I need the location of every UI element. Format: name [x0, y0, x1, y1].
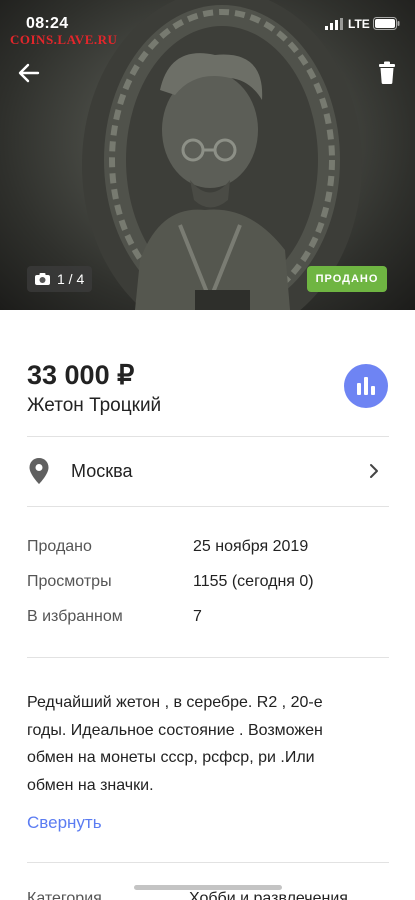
category-value: Хобби и развлечения — [189, 890, 348, 900]
detail-row-sold-date: Продано 25 ноября 2019 — [27, 538, 389, 562]
signal-icon — [325, 18, 343, 30]
collapse-description-link[interactable]: Свернуть — [27, 813, 102, 833]
trash-icon[interactable] — [372, 58, 402, 88]
chevron-right-icon — [370, 464, 378, 478]
listing-description: Редчайший жетон , в серебре. R2 , 20-е г… — [27, 689, 389, 799]
description-line: обмен на монеты ссср, рсфср, ри .Или — [27, 749, 315, 766]
divider — [27, 436, 389, 437]
detail-label: В избранном — [27, 608, 123, 625]
description-line: годы. Идеальное состояние . Возможен — [27, 721, 323, 739]
listing-price: 33 000 ₽ — [27, 360, 135, 390]
listing-photo[interactable]: 08:24 COINS.LAVE.RU LTE 1 / 4 ПРОДАНО — [0, 0, 415, 310]
photo-counter: 1 / 4 — [27, 266, 93, 292]
detail-row-favorites: В избранном 7 — [27, 608, 389, 632]
description-line: Редчайший жетон , в серебре. R2 , 20-е — [27, 694, 323, 711]
detail-label: Продано — [27, 538, 92, 555]
detail-label: Просмотры — [27, 573, 112, 590]
detail-value: 7 — [193, 608, 202, 625]
description-line: обмен на значки. — [27, 776, 154, 794]
map-pin-icon — [29, 458, 49, 484]
status-bar: 08:24 COINS.LAVE.RU LTE — [0, 0, 415, 50]
sold-badge: ПРОДАНО — [307, 266, 387, 292]
network-type: LTE — [348, 17, 370, 31]
location-city: Москва — [71, 461, 133, 481]
camera-icon — [35, 273, 50, 285]
divider — [27, 506, 389, 507]
statistics-button[interactable] — [344, 364, 388, 408]
category-label: Категория — [27, 890, 102, 900]
location-row[interactable]: Москва — [0, 444, 415, 500]
listing-title: Жетон Троцкий — [27, 395, 162, 416]
photo-counter-text: 1 / 4 — [57, 271, 85, 287]
watermark-text: COINS.LAVE.RU — [10, 32, 118, 47]
detail-row-views: Просмотры 1155 (сегодня 0) — [27, 573, 389, 597]
arrow-left-icon[interactable] — [14, 58, 44, 88]
status-time: 08:24 — [26, 15, 69, 32]
divider — [27, 657, 389, 658]
bar-chart-icon — [357, 377, 375, 395]
detail-value: 25 ноября 2019 — [193, 538, 309, 555]
home-indicator[interactable] — [134, 885, 282, 890]
detail-value: 1155 (сегодня 0) — [193, 573, 314, 590]
divider — [27, 862, 389, 863]
battery-icon — [373, 17, 400, 30]
